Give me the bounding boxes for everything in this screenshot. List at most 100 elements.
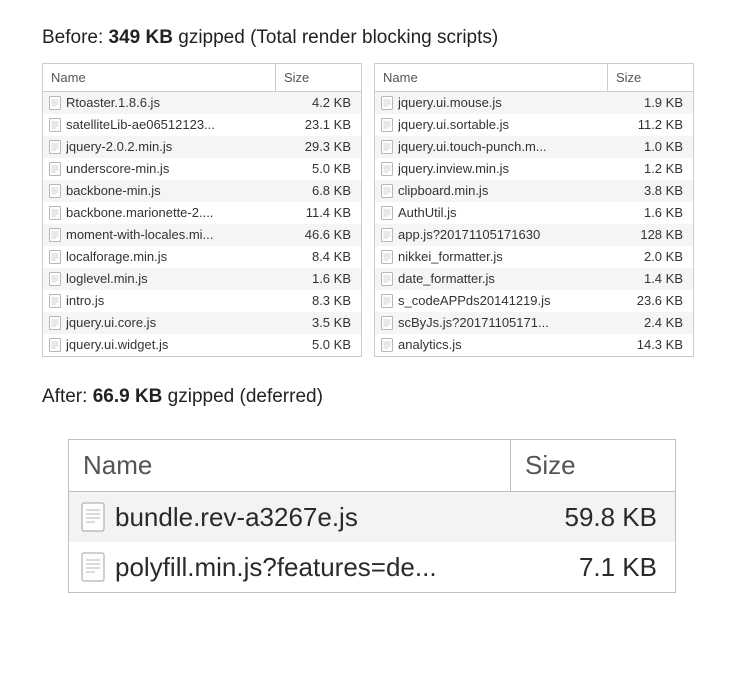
file-icon: [49, 96, 61, 110]
file-name-cell: jquery-2.0.2.min.js: [43, 139, 276, 154]
file-size: 4.2 KB: [276, 95, 361, 110]
file-icon: [381, 162, 393, 176]
file-icon: [49, 272, 61, 286]
table-row[interactable]: polyfill.min.js?features=de...7.1 KB: [69, 542, 675, 592]
file-name-cell: jquery.ui.core.js: [43, 315, 276, 330]
file-name: AuthUtil.js: [398, 205, 457, 220]
file-name: underscore-min.js: [66, 161, 169, 176]
file-name-cell: jquery.ui.widget.js: [43, 337, 276, 352]
file-name: clipboard.min.js: [398, 183, 488, 198]
table-row[interactable]: jquery.ui.mouse.js1.9 KB: [375, 92, 693, 114]
file-icon: [381, 118, 393, 132]
file-size: 8.3 KB: [276, 293, 361, 308]
column-header-name[interactable]: Name: [43, 64, 276, 91]
file-name: loglevel.min.js: [66, 271, 148, 286]
file-icon: [381, 96, 393, 110]
file-icon: [381, 228, 393, 242]
file-icon: [381, 140, 393, 154]
table-row[interactable]: jquery.ui.sortable.js 11.2 KB: [375, 114, 693, 136]
file-icon: [49, 162, 61, 176]
file-size: 1.6 KB: [276, 271, 361, 286]
file-size: 3.5 KB: [276, 315, 361, 330]
table-row[interactable]: moment-with-locales.mi...46.6 KB: [43, 224, 361, 246]
file-size: 29.3 KB: [276, 139, 361, 154]
column-header-size[interactable]: Size: [608, 64, 693, 91]
after-heading-size: 66.9 KB: [93, 386, 163, 407]
before-table-left: Name Size Rtoaster.1.8.6.js 4.2 KB satell…: [42, 63, 362, 357]
file-name-cell: jquery.ui.sortable.js: [375, 117, 608, 132]
file-size: 11.2 KB: [608, 117, 693, 132]
column-header-name[interactable]: Name: [375, 64, 608, 91]
file-icon: [381, 184, 393, 198]
column-header-name[interactable]: Name: [69, 440, 511, 491]
file-name: polyfill.min.js?features=de...: [115, 552, 437, 583]
table-row[interactable]: backbone-min.js 6.8 KB: [43, 180, 361, 202]
table-row[interactable]: backbone.marionette-2....11.4 KB: [43, 202, 361, 224]
table-row[interactable]: satelliteLib-ae06512123...23.1 KB: [43, 114, 361, 136]
file-icon: [381, 316, 393, 330]
file-size: 1.4 KB: [608, 271, 693, 286]
table-row[interactable]: date_formatter.js 1.4 KB: [375, 268, 693, 290]
file-size: 1.0 KB: [608, 139, 693, 154]
file-size: 2.0 KB: [608, 249, 693, 264]
file-name: backbone-min.js: [66, 183, 161, 198]
before-heading-prefix: Before:: [42, 27, 109, 48]
file-name: jquery.ui.mouse.js: [398, 95, 502, 110]
file-size: 5.0 KB: [276, 161, 361, 176]
file-name: localforage.min.js: [66, 249, 167, 264]
file-name: Rtoaster.1.8.6.js: [66, 95, 160, 110]
table-row[interactable]: jquery.ui.widget.js5.0 KB: [43, 334, 361, 356]
table-row[interactable]: jquery.ui.touch-punch.m...1.0 KB: [375, 136, 693, 158]
file-name: intro.js: [66, 293, 104, 308]
file-icon: [49, 206, 61, 220]
file-name: s_codeAPPds20141219.js: [398, 293, 551, 308]
file-name-cell: loglevel.min.js: [43, 271, 276, 286]
file-icon: [49, 140, 61, 154]
file-icon: [49, 250, 61, 264]
file-name: date_formatter.js: [398, 271, 495, 286]
column-header-size[interactable]: Size: [276, 64, 361, 91]
file-size: 14.3 KB: [608, 337, 693, 352]
file-name-cell: jquery.ui.mouse.js: [375, 95, 608, 110]
file-size: 8.4 KB: [276, 249, 361, 264]
table-row[interactable]: intro.js 8.3 KB: [43, 290, 361, 312]
file-name: jquery.inview.min.js: [398, 161, 509, 176]
file-icon: [81, 552, 105, 582]
before-heading-size: 349 KB: [109, 27, 173, 48]
table-row[interactable]: localforage.min.js 8.4 KB: [43, 246, 361, 268]
file-size: 5.0 KB: [276, 337, 361, 352]
file-size: 1.6 KB: [608, 205, 693, 220]
table-row[interactable]: jquery-2.0.2.min.js29.3 KB: [43, 136, 361, 158]
table-header: Name Size: [69, 440, 675, 492]
file-icon: [49, 338, 61, 352]
file-name: nikkei_formatter.js: [398, 249, 503, 264]
table-row[interactable]: nikkei_formatter.js 2.0 KB: [375, 246, 693, 268]
file-name-cell: polyfill.min.js?features=de...: [69, 552, 511, 583]
file-icon: [49, 184, 61, 198]
after-table: Name Size bundle.rev-a3267e.js59.8 KB po…: [68, 439, 676, 593]
table-row[interactable]: Rtoaster.1.8.6.js 4.2 KB: [43, 92, 361, 114]
table-row[interactable]: s_codeAPPds20141219.js 23.6 KB: [375, 290, 693, 312]
file-name: jquery.ui.sortable.js: [398, 117, 509, 132]
file-name-cell: backbone.marionette-2....: [43, 205, 276, 220]
table-row[interactable]: analytics.js14.3 KB: [375, 334, 693, 356]
table-row[interactable]: scByJs.js?20171105171...2.4 KB: [375, 312, 693, 334]
file-size: 23.6 KB: [608, 293, 693, 308]
table-row[interactable]: clipboard.min.js 3.8 KB: [375, 180, 693, 202]
table-row[interactable]: app.js?20171105171630128 KB: [375, 224, 693, 246]
table-row[interactable]: loglevel.min.js 1.6 KB: [43, 268, 361, 290]
table-row[interactable]: underscore-min.js 5.0 KB: [43, 158, 361, 180]
table-row[interactable]: AuthUtil.js 1.6 KB: [375, 202, 693, 224]
table-row[interactable]: jquery.ui.core.js 3.5 KB: [43, 312, 361, 334]
file-icon: [381, 272, 393, 286]
file-size: 2.4 KB: [608, 315, 693, 330]
file-name-cell: bundle.rev-a3267e.js: [69, 502, 511, 533]
table-row[interactable]: jquery.inview.min.js1.2 KB: [375, 158, 693, 180]
file-size: 3.8 KB: [608, 183, 693, 198]
column-header-size[interactable]: Size: [511, 440, 675, 491]
file-name-cell: AuthUtil.js: [375, 205, 608, 220]
file-name-cell: intro.js: [43, 293, 276, 308]
file-size: 6.8 KB: [276, 183, 361, 198]
table-row[interactable]: bundle.rev-a3267e.js59.8 KB: [69, 492, 675, 542]
file-name: jquery.ui.core.js: [66, 315, 156, 330]
